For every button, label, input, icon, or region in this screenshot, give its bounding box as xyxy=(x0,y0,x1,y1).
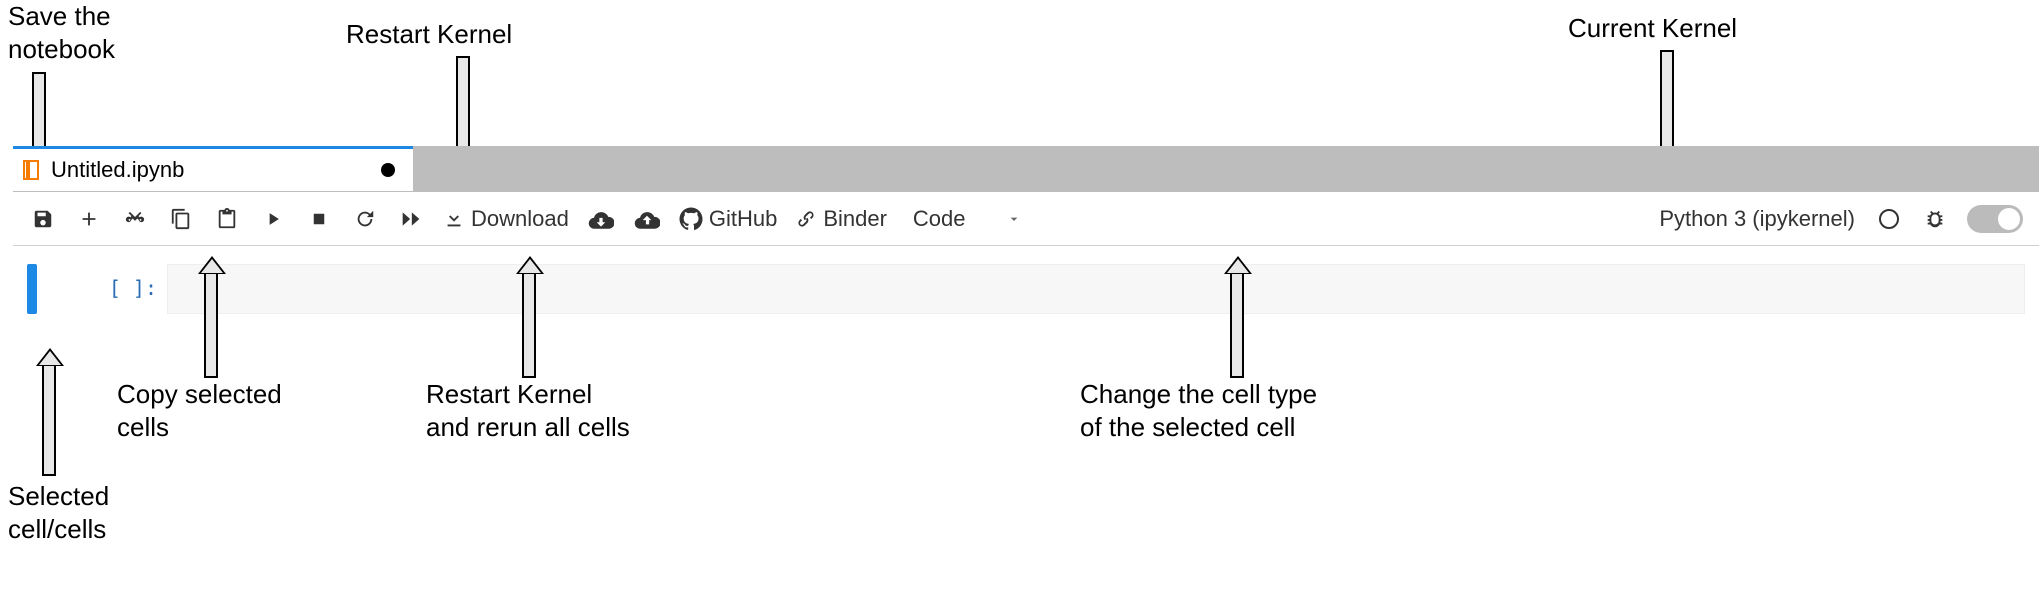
link-icon xyxy=(795,208,817,230)
debugger-toggle[interactable] xyxy=(1961,199,2029,239)
arrow-selected-cell xyxy=(36,348,62,476)
cell-type-value: Code xyxy=(913,206,966,232)
copy-cells-button[interactable] xyxy=(161,199,201,239)
cut-cells-button[interactable] xyxy=(115,199,155,239)
tab-bar: Untitled.ipynb xyxy=(13,146,2039,192)
cell-input[interactable] xyxy=(167,264,2025,314)
arrow-copy xyxy=(198,256,224,378)
restart-run-all-button[interactable] xyxy=(391,199,431,239)
insert-cell-button[interactable] xyxy=(69,199,109,239)
cell-prompt: [ ]: xyxy=(87,264,167,314)
toolbar: Download GitHub Binder Code Python 3 (ip… xyxy=(13,192,2039,246)
scissors-icon xyxy=(124,208,146,230)
annotation-restart-rerun: Restart Kernel and rerun all cells xyxy=(426,378,630,443)
play-icon xyxy=(263,209,283,229)
arrow-cell-type xyxy=(1224,256,1250,378)
cell-area: [ ]: xyxy=(13,246,2039,314)
paste-cells-button[interactable] xyxy=(207,199,247,239)
annotation-selected-cells: Selected cell/cells xyxy=(8,480,109,545)
annotation-current-kernel: Current Kernel xyxy=(1568,12,1737,45)
annotation-copy-cells: Copy selected cells xyxy=(117,378,282,443)
restart-kernel-button[interactable] xyxy=(345,199,385,239)
cloud-download-button[interactable] xyxy=(581,199,621,239)
notebook-area: Untitled.ipynb xyxy=(13,146,2039,314)
restart-icon xyxy=(354,208,376,230)
unsaved-indicator-icon xyxy=(381,163,395,177)
binder-label: Binder xyxy=(823,206,887,232)
cloud-upload-button[interactable] xyxy=(627,199,667,239)
toggle-switch-icon xyxy=(1967,205,2023,233)
annotation-cell-type: Change the cell type of the selected cel… xyxy=(1080,378,1317,443)
bug-icon xyxy=(1924,208,1946,230)
annotation-save-notebook: Save the notebook xyxy=(8,0,115,65)
tab-untitled[interactable]: Untitled.ipynb xyxy=(13,146,413,191)
download-label: Download xyxy=(471,206,569,232)
cell-type-select[interactable]: Code xyxy=(899,199,1036,239)
copy-icon xyxy=(170,208,192,230)
arrow-restart-rerun xyxy=(516,256,542,378)
annotation-restart-kernel: Restart Kernel xyxy=(346,18,512,51)
chevron-down-icon xyxy=(1006,211,1022,227)
interrupt-kernel-button[interactable] xyxy=(299,199,339,239)
code-cell[interactable]: [ ]: xyxy=(27,264,2025,314)
download-button[interactable]: Download xyxy=(437,199,575,239)
save-button[interactable] xyxy=(23,199,63,239)
run-cell-button[interactable] xyxy=(253,199,293,239)
binder-button[interactable]: Binder xyxy=(789,199,893,239)
plus-icon xyxy=(78,208,100,230)
kernel-idle-icon xyxy=(1879,209,1899,229)
notebook-file-icon xyxy=(23,161,41,179)
kernel-name[interactable]: Python 3 (ipykernel) xyxy=(1651,206,1863,232)
download-icon xyxy=(443,208,465,230)
save-icon xyxy=(32,208,54,230)
github-icon xyxy=(679,207,703,231)
debugger-button[interactable] xyxy=(1915,199,1955,239)
kernel-status[interactable] xyxy=(1869,199,1909,239)
cell-selection-marker xyxy=(27,264,37,314)
cloud-download-icon xyxy=(588,208,614,230)
github-button[interactable]: GitHub xyxy=(673,199,783,239)
clipboard-icon xyxy=(216,208,238,230)
fast-forward-icon xyxy=(399,209,423,229)
stop-icon xyxy=(310,210,328,228)
github-label: GitHub xyxy=(709,206,777,232)
tab-title: Untitled.ipynb xyxy=(51,157,371,183)
cloud-upload-icon xyxy=(634,208,660,230)
